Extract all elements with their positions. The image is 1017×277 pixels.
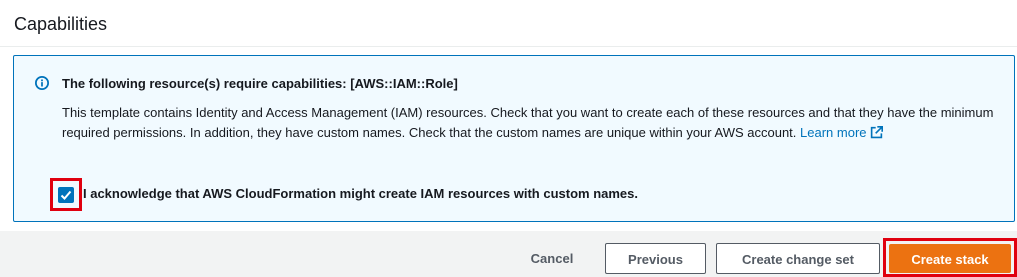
info-icon <box>35 76 49 90</box>
checkmark-icon <box>60 190 72 200</box>
capabilities-alert: The following resource(s) require capabi… <box>13 55 1015 222</box>
cancel-button[interactable]: Cancel <box>520 243 584 274</box>
learn-more-link[interactable]: Learn more <box>800 125 883 140</box>
page: Capabilities The following resource(s) r… <box>0 0 1017 277</box>
divider <box>0 46 1017 47</box>
alert-body: This template contains Identity and Acce… <box>62 103 1002 143</box>
acknowledge-checkbox-highlight[interactable] <box>50 178 82 211</box>
external-link-icon <box>870 126 883 139</box>
create-stack-button[interactable]: Create stack <box>889 244 1011 273</box>
section-title: Capabilities <box>14 14 108 34</box>
create-change-set-button[interactable]: Create change set <box>716 243 880 274</box>
alert-heading: The following resource(s) require capabi… <box>62 76 458 91</box>
capabilities-panel: Capabilities The following resource(s) r… <box>0 0 1017 231</box>
acknowledge-checkbox[interactable] <box>58 187 74 203</box>
acknowledge-label[interactable]: I acknowledge that AWS CloudFormation mi… <box>83 186 638 202</box>
previous-button[interactable]: Previous <box>605 243 706 274</box>
learn-more-label: Learn more <box>800 125 867 140</box>
create-stack-highlight: Create stack <box>883 238 1017 277</box>
